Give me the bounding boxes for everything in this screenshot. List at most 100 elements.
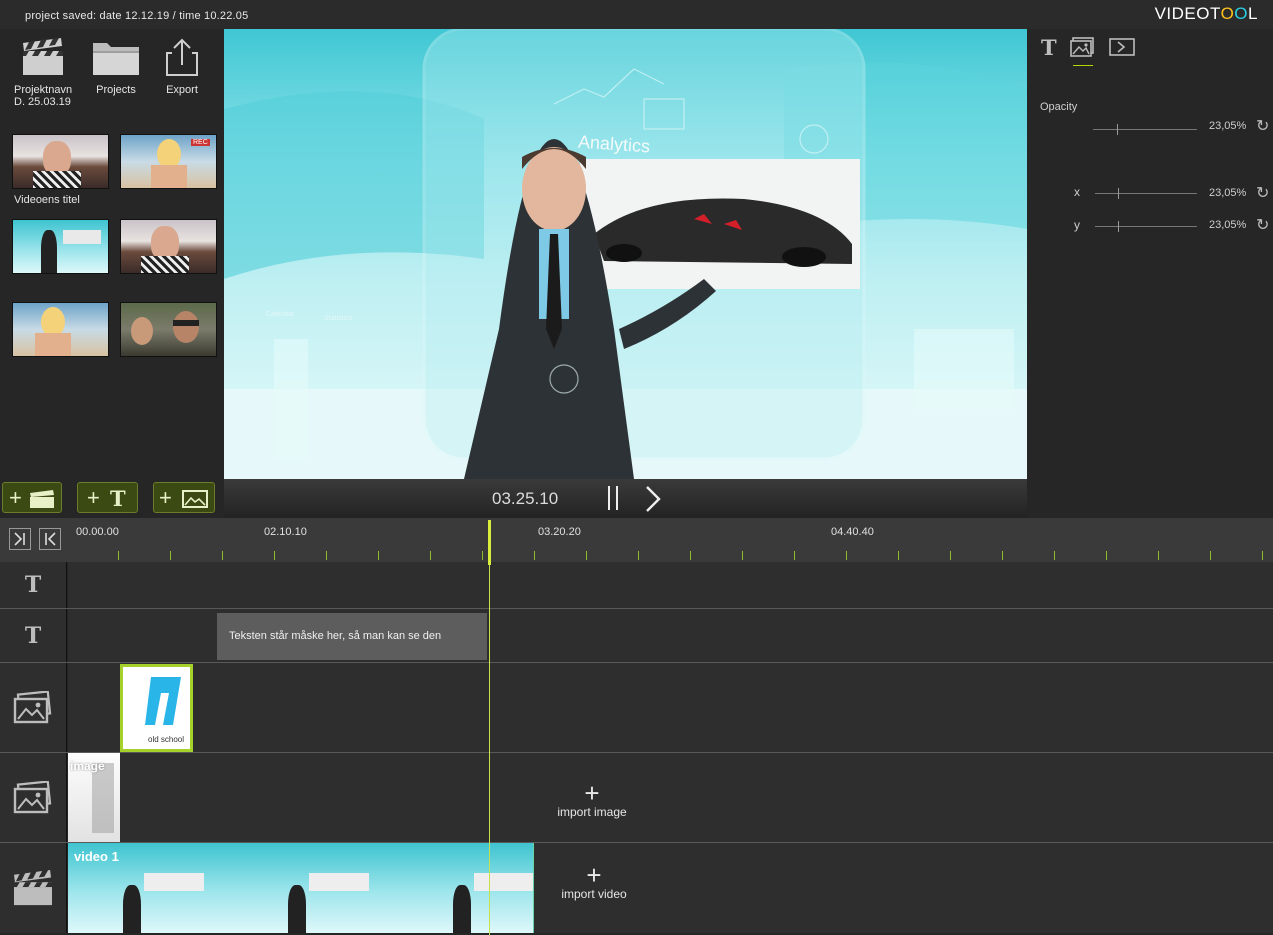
plus-icon: +: [586, 860, 602, 890]
image-clip-old-school[interactable]: old school: [120, 664, 193, 752]
text-track-lane[interactable]: [68, 562, 1273, 608]
plus-icon: +: [9, 485, 22, 510]
y-label: y: [1074, 218, 1080, 232]
playhead-handle[interactable]: [488, 520, 491, 565]
opacity-slider-knob[interactable]: [1117, 124, 1118, 135]
ruler-tick: [950, 551, 951, 560]
jump-start-button[interactable]: [39, 528, 61, 550]
media-thumb-man-interview[interactable]: [12, 134, 109, 189]
active-tab-indicator: [1073, 65, 1093, 66]
ruler-tick: [742, 551, 743, 560]
playhead-line[interactable]: [489, 520, 490, 935]
ruler-label: 02.10.10: [264, 526, 307, 538]
preview-statistics-label: Statistics: [324, 315, 353, 322]
add-video-button[interactable]: +: [2, 482, 62, 513]
text-track-lane[interactable]: Teksten står måske her, så man kan se de…: [68, 609, 1273, 662]
ruler-label: 03.20.20: [538, 526, 581, 538]
export-button[interactable]: Export: [158, 37, 206, 96]
image-stack-icon: [13, 690, 52, 723]
clip-graphic: [92, 763, 114, 833]
import-video-label: import video: [561, 887, 627, 901]
media-thumb-analytics[interactable]: [12, 219, 109, 274]
preview-calendar-label: Calendar: [266, 311, 295, 318]
add-image-button[interactable]: +: [153, 482, 215, 513]
image-track-lane[interactable]: old school: [68, 663, 1273, 752]
video-track: video 1 + import video: [0, 843, 1273, 933]
ruler-tick: [170, 551, 171, 560]
y-slider[interactable]: [1095, 221, 1197, 232]
text-track-icon: T: [24, 572, 42, 598]
project-button[interactable]: Projektnavn D. 25.03.19: [12, 37, 74, 108]
import-image-label: import image: [557, 805, 627, 819]
ruler-tick: [534, 551, 535, 560]
image-tab-icon[interactable]: [1070, 37, 1096, 62]
video-clip[interactable]: video 1: [68, 843, 534, 933]
image-track-2: image + import image: [0, 753, 1273, 842]
x-label: x: [1074, 185, 1080, 199]
folder-icon: [93, 43, 139, 75]
image-clip[interactable]: image: [68, 753, 120, 842]
properties-panel: T Opacity 23,05% ↻ x 23,05% ↻ y 23,05% ↻: [1027, 29, 1273, 518]
media-panel: Projektnavn D. 25.03.19 Projects Export …: [0, 29, 224, 479]
text-track-2: T Teksten står måske her, så man kan se …: [0, 609, 1273, 662]
image-icon: [182, 490, 208, 508]
export-label: Export: [166, 84, 198, 96]
clip-name: video 1: [74, 849, 119, 864]
ruler-tick: [1002, 551, 1003, 560]
next-arrow-icon[interactable]: [644, 485, 662, 513]
ruler-tick: [326, 551, 327, 560]
text-track-header: T: [0, 609, 67, 662]
media-thumb-woman-beach-2[interactable]: [12, 302, 109, 357]
ruler-tick: [794, 551, 795, 560]
top-bar: project saved: date 12.12.19 / time 10.2…: [0, 0, 1273, 29]
x-slider[interactable]: [1095, 188, 1197, 199]
image-track-lane[interactable]: image + import image: [68, 753, 1273, 842]
pause-button[interactable]: [606, 486, 620, 510]
ruler-tick: [586, 551, 587, 560]
media-thumb-man-interview-2[interactable]: [120, 219, 217, 274]
y-reset-icon[interactable]: ↻: [1256, 215, 1269, 235]
video-preview[interactable]: Analytics Calendar Statistics: [224, 29, 1027, 479]
plus-icon: +: [87, 485, 100, 510]
opacity-reset-icon[interactable]: ↻: [1256, 116, 1269, 136]
clapperboard-icon: [23, 38, 63, 75]
ruler-tick: [482, 551, 483, 560]
export-icon: [166, 38, 198, 76]
clapperboard-icon: [14, 869, 52, 906]
video-track-header: [0, 843, 67, 933]
ruler-tick: [638, 551, 639, 560]
media-thumb-two-men[interactable]: [120, 302, 217, 357]
add-buttons-bar: + + T +: [0, 479, 224, 518]
media-thumb-woman-beach[interactable]: REC: [120, 134, 217, 189]
import-image-button[interactable]: + import image: [555, 780, 629, 819]
text-tab-icon[interactable]: T: [1041, 35, 1057, 60]
video-track-lane[interactable]: video 1 + import video: [68, 843, 1273, 933]
project-date: D. 25.03.19: [14, 96, 71, 108]
ruler-tick: [1158, 551, 1159, 560]
image-track-header: [0, 753, 67, 842]
jump-end-button[interactable]: [9, 528, 31, 550]
add-text-icon: T: [110, 486, 126, 511]
timeline-ruler[interactable]: 00.00.00 02.10.10 03.20.20 04.40.40: [0, 518, 1273, 562]
opacity-slider[interactable]: [1093, 124, 1197, 135]
image-track-1: old school: [0, 663, 1273, 752]
ruler-tick: [222, 551, 223, 560]
text-clip[interactable]: Teksten står måske her, så man kan se de…: [217, 613, 487, 660]
ruler-tick: [274, 551, 275, 560]
ruler-tick: [690, 551, 691, 560]
import-video-button[interactable]: + import video: [557, 860, 631, 901]
ruler-label: 04.40.40: [831, 526, 874, 538]
ruler-tick: [1054, 551, 1055, 560]
ruler-tick: [1106, 551, 1107, 560]
x-reset-icon[interactable]: ↻: [1256, 183, 1269, 203]
projects-button[interactable]: Projects: [88, 37, 144, 96]
ruler-tick: [1210, 551, 1211, 560]
add-text-button[interactable]: + T: [77, 482, 138, 513]
opacity-value: 23,05%: [1209, 120, 1247, 132]
y-slider-knob[interactable]: [1118, 221, 1119, 232]
video-frame: [398, 843, 533, 933]
transition-tab-icon[interactable]: [1109, 37, 1135, 62]
x-slider-knob[interactable]: [1118, 188, 1119, 199]
projects-label: Projects: [96, 84, 136, 96]
x-value: 23,05%: [1209, 187, 1247, 199]
